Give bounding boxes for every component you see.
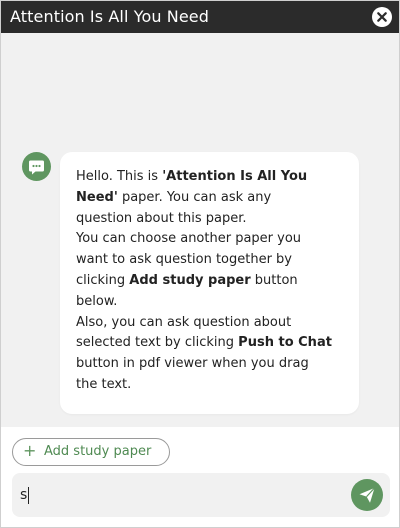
message-line: the text.: [76, 375, 351, 396]
message-line: want to ask question together by: [76, 250, 351, 271]
message-text-run: paper. You can ask any: [117, 189, 272, 205]
page-title: Attention Is All You Need: [10, 7, 209, 26]
text-cursor: [28, 487, 30, 504]
chat-input[interactable]: [20, 483, 340, 507]
chat-panel: Attention Is All You Need Hello. This is…: [0, 0, 400, 528]
bot-message-text: Hello. This is 'Attention Is All You Need…: [76, 167, 351, 396]
message-text-run: button: [250, 272, 298, 288]
message-line: question about this paper.: [76, 209, 351, 230]
message-text-run: You can choose another paper you: [76, 231, 302, 247]
add-study-paper-button[interactable]: + Add study paper: [12, 438, 170, 466]
close-button[interactable]: [372, 7, 392, 27]
send-icon: [359, 487, 375, 503]
bot-message-bubble: Hello. This is 'Attention Is All You Need…: [60, 152, 359, 414]
message-text-run: Hello. This is: [76, 169, 163, 184]
message-bold-text: Push to Chat: [238, 335, 332, 351]
message-line: button in pdf viewer when you drag: [76, 354, 351, 375]
message-line: Also, you can ask question about: [76, 313, 351, 334]
chat-messages-area[interactable]: Hello. This is 'Attention Is All You Need…: [1, 33, 399, 427]
message-bold-text: Need': [76, 189, 118, 205]
message-text-run: the text.: [76, 376, 132, 392]
chat-bubble-icon: [29, 160, 44, 175]
plus-icon: +: [23, 441, 37, 460]
message-line: below.: [76, 292, 351, 313]
message-line: You can choose another paper you: [76, 229, 351, 250]
message-bold-text: Add study paper: [129, 272, 251, 288]
message-bold-text: 'Attention Is All You: [162, 169, 308, 184]
close-icon: [377, 12, 387, 22]
message-text-run: selected text by clicking: [76, 335, 239, 351]
chat-input-bar: [12, 473, 390, 517]
send-button[interactable]: [351, 479, 383, 511]
message-line: clicking Add study paper button: [76, 271, 351, 292]
header-bar: Attention Is All You Need: [1, 1, 399, 33]
message-line: Need' paper. You can ask any: [76, 188, 351, 209]
message-text-run: button in pdf viewer when you drag: [76, 356, 309, 372]
message-text-run: clicking: [76, 272, 130, 288]
message-text-run: want to ask question together by: [76, 252, 293, 268]
bot-avatar: [22, 152, 51, 181]
add-study-paper-label: Add study paper: [44, 444, 152, 459]
message-line: Hello. This is 'Attention Is All You: [76, 167, 351, 188]
message-text-run: Also, you can ask question about: [76, 314, 292, 330]
message-text-run: below.: [76, 293, 118, 309]
message-line: selected text by clicking Push to Chat: [76, 333, 351, 354]
message-text-run: question about this paper.: [76, 210, 247, 226]
